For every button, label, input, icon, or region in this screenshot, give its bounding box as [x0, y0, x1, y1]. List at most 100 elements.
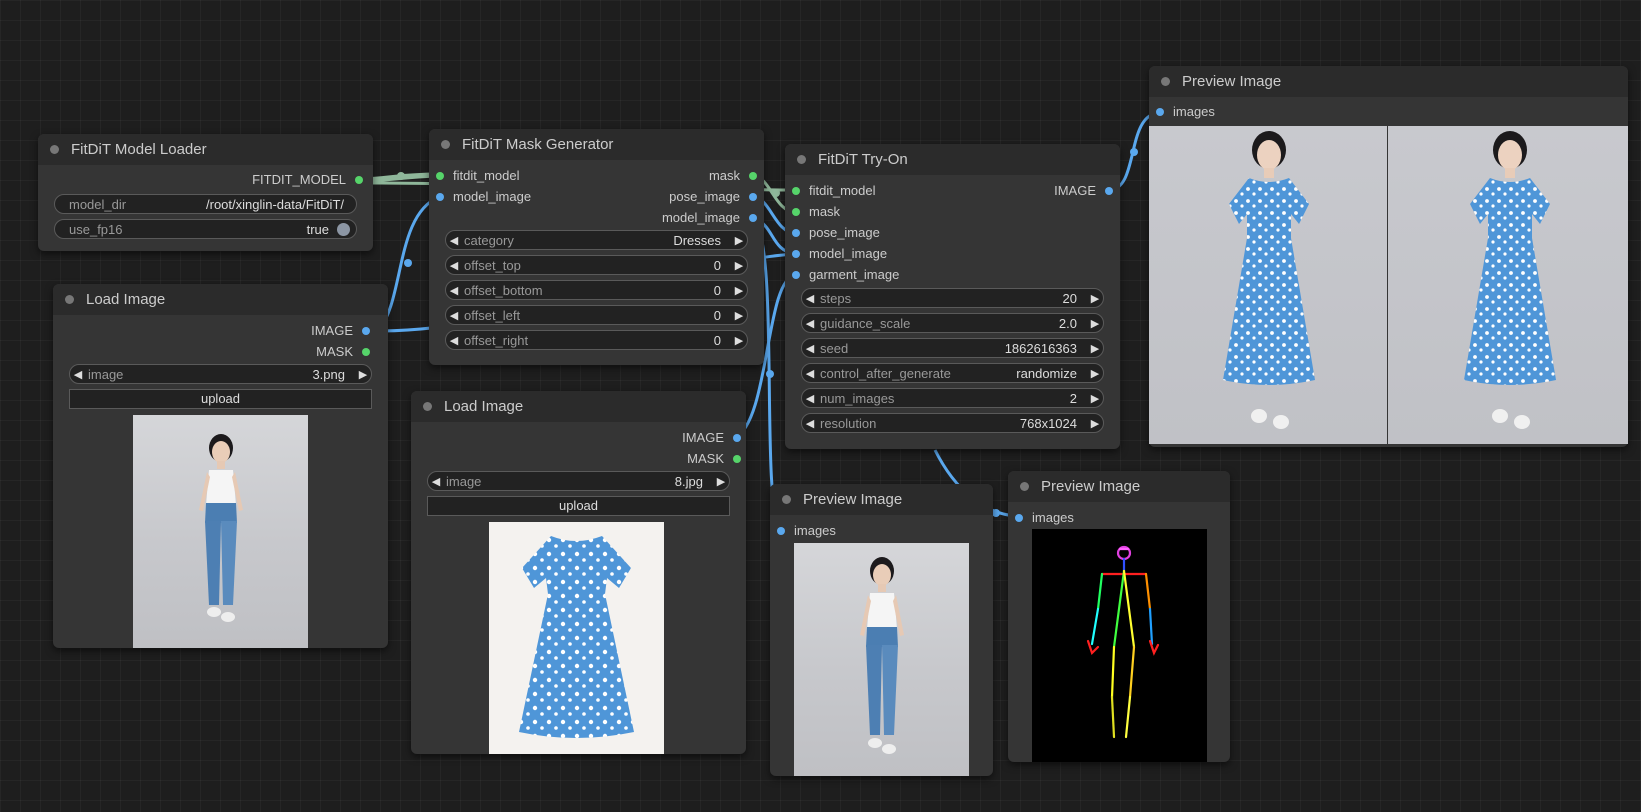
- increment-arrow-icon[interactable]: ▶: [731, 334, 747, 347]
- node-fitdit-model-loader[interactable]: FitDiT Model Loader FITDIT_MODEL model_d…: [38, 134, 373, 251]
- decrement-arrow-icon[interactable]: ◀: [802, 367, 818, 380]
- increment-arrow-icon[interactable]: ▶: [731, 259, 747, 272]
- node-load-image-garment[interactable]: Load Image IMAGE MASK ◀ image 8.jpg ▶ up…: [411, 391, 746, 754]
- input-socket[interactable]: [792, 186, 800, 195]
- output-pose-image[interactable]: pose_image: [669, 189, 757, 204]
- output-socket[interactable]: [733, 454, 741, 463]
- increment-arrow-icon[interactable]: ▶: [713, 475, 729, 488]
- collapse-dot[interactable]: [797, 155, 806, 164]
- node-title-bar[interactable]: Load Image: [411, 391, 746, 422]
- widget-image-select[interactable]: ◀ image 3.png ▶: [69, 364, 372, 384]
- increment-arrow-icon[interactable]: ▶: [731, 234, 747, 247]
- widget-control-after-generate[interactable]: ◀ control_after_generate randomize ▶: [801, 363, 1104, 383]
- collapse-dot[interactable]: [50, 145, 59, 154]
- node-fitdit-try-on[interactable]: FitDiT Try-On fitdit_model mask pose_ima…: [785, 144, 1120, 449]
- input-socket[interactable]: [436, 192, 444, 201]
- widget-model-dir[interactable]: model_dir /root/xinglin-data/FitDiT/: [54, 194, 357, 214]
- decrement-arrow-icon[interactable]: ◀: [428, 475, 444, 488]
- decrement-arrow-icon[interactable]: ◀: [446, 284, 462, 297]
- input-garment-image[interactable]: garment_image: [792, 267, 899, 282]
- decrement-arrow-icon[interactable]: ◀: [446, 309, 462, 322]
- increment-arrow-icon[interactable]: ▶: [1087, 367, 1103, 380]
- input-socket[interactable]: [792, 228, 800, 237]
- output-mask[interactable]: MASK: [687, 451, 741, 466]
- decrement-arrow-icon[interactable]: ◀: [446, 259, 462, 272]
- decrement-arrow-icon[interactable]: ◀: [802, 317, 818, 330]
- input-socket[interactable]: [792, 207, 800, 216]
- increment-arrow-icon[interactable]: ▶: [355, 368, 371, 381]
- output-socket[interactable]: [749, 192, 757, 201]
- output-mask[interactable]: MASK: [316, 344, 370, 359]
- input-socket[interactable]: [1156, 107, 1164, 116]
- input-images[interactable]: images: [1156, 104, 1215, 119]
- widget-category[interactable]: ◀ category Dresses ▶: [445, 230, 748, 250]
- input-mask[interactable]: mask: [792, 204, 840, 219]
- node-preview-image-pose[interactable]: Preview Image images: [1008, 471, 1230, 762]
- input-socket[interactable]: [792, 270, 800, 279]
- node-title-bar[interactable]: FitDiT Mask Generator: [429, 129, 764, 160]
- widget-use-fp16[interactable]: use_fp16 true: [54, 219, 357, 239]
- node-title-bar[interactable]: Preview Image: [1008, 471, 1230, 502]
- widget-guidance-scale[interactable]: ◀ guidance_scale 2.0 ▶: [801, 313, 1104, 333]
- collapse-dot[interactable]: [423, 402, 432, 411]
- decrement-arrow-icon[interactable]: ◀: [802, 342, 818, 355]
- widget-offset-bottom[interactable]: ◀ offset_bottom 0 ▶: [445, 280, 748, 300]
- increment-arrow-icon[interactable]: ▶: [1087, 292, 1103, 305]
- output-socket[interactable]: [1105, 186, 1113, 195]
- decrement-arrow-icon[interactable]: ◀: [802, 292, 818, 305]
- decrement-arrow-icon[interactable]: ◀: [446, 334, 462, 347]
- upload-button[interactable]: upload: [427, 496, 730, 516]
- increment-arrow-icon[interactable]: ▶: [1087, 317, 1103, 330]
- output-socket[interactable]: [355, 175, 363, 184]
- output-socket[interactable]: [733, 433, 741, 442]
- input-socket[interactable]: [1015, 513, 1023, 522]
- increment-arrow-icon[interactable]: ▶: [1087, 392, 1103, 405]
- node-fitdit-mask-generator[interactable]: FitDiT Mask Generator fitdit_model model…: [429, 129, 764, 365]
- node-preview-image-model[interactable]: Preview Image images: [770, 484, 993, 776]
- increment-arrow-icon[interactable]: ▶: [731, 284, 747, 297]
- decrement-arrow-icon[interactable]: ◀: [802, 392, 818, 405]
- node-title-bar[interactable]: FitDiT Model Loader: [38, 134, 373, 165]
- decrement-arrow-icon[interactable]: ◀: [446, 234, 462, 247]
- input-fitdit-model[interactable]: fitdit_model: [436, 168, 519, 183]
- collapse-dot[interactable]: [782, 495, 791, 504]
- output-socket[interactable]: [362, 347, 370, 356]
- collapse-dot[interactable]: [1020, 482, 1029, 491]
- increment-arrow-icon[interactable]: ▶: [1087, 417, 1103, 430]
- input-socket[interactable]: [792, 249, 800, 258]
- input-socket[interactable]: [436, 171, 444, 180]
- output-image[interactable]: IMAGE: [682, 430, 741, 445]
- collapse-dot[interactable]: [1161, 77, 1170, 86]
- output-fitdit-model[interactable]: FITDIT_MODEL: [252, 172, 363, 187]
- node-title-bar[interactable]: FitDiT Try-On: [785, 144, 1120, 175]
- widget-offset-top[interactable]: ◀ offset_top 0 ▶: [445, 255, 748, 275]
- input-socket[interactable]: [777, 526, 785, 535]
- widget-offset-right[interactable]: ◀ offset_right 0 ▶: [445, 330, 748, 350]
- node-title-bar[interactable]: Preview Image: [1149, 66, 1628, 97]
- output-image[interactable]: IMAGE: [1054, 183, 1113, 198]
- collapse-dot[interactable]: [65, 295, 74, 304]
- widget-image-select[interactable]: ◀ image 8.jpg ▶: [427, 471, 730, 491]
- widget-steps[interactable]: ◀ steps 20 ▶: [801, 288, 1104, 308]
- output-socket[interactable]: [749, 171, 757, 180]
- output-model-image[interactable]: model_image: [662, 210, 757, 225]
- input-images[interactable]: images: [777, 523, 836, 538]
- output-socket[interactable]: [749, 213, 757, 222]
- output-image[interactable]: IMAGE: [311, 323, 370, 338]
- collapse-dot[interactable]: [441, 140, 450, 149]
- widget-offset-left[interactable]: ◀ offset_left 0 ▶: [445, 305, 748, 325]
- widget-num-images[interactable]: ◀ num_images 2 ▶: [801, 388, 1104, 408]
- output-socket[interactable]: [362, 326, 370, 335]
- input-images[interactable]: images: [1015, 510, 1074, 525]
- widget-seed[interactable]: ◀ seed 1862616363 ▶: [801, 338, 1104, 358]
- toggle-knob[interactable]: [337, 222, 350, 236]
- increment-arrow-icon[interactable]: ▶: [731, 309, 747, 322]
- input-model-image[interactable]: model_image: [792, 246, 887, 261]
- input-pose-image[interactable]: pose_image: [792, 225, 880, 240]
- input-model-image[interactable]: model_image: [436, 189, 531, 204]
- widget-resolution[interactable]: ◀ resolution 768x1024 ▶: [801, 413, 1104, 433]
- node-load-image-person[interactable]: Load Image IMAGE MASK ◀ image 3.png ▶ up…: [53, 284, 388, 648]
- input-fitdit-model[interactable]: fitdit_model: [792, 183, 875, 198]
- output-mask[interactable]: mask: [709, 168, 757, 183]
- node-preview-image-results[interactable]: Preview Image images: [1149, 66, 1628, 447]
